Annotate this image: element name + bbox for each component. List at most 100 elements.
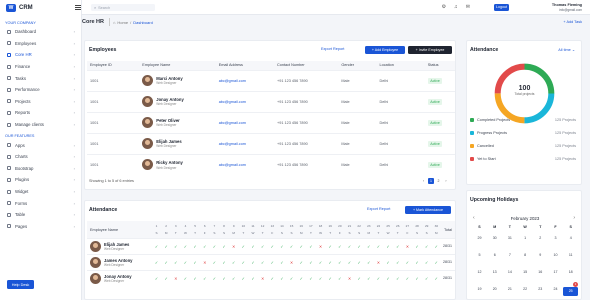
calendar-day[interactable]: 24 xyxy=(548,287,563,291)
sidebar-item-manage-clients[interactable]: Manage clients › xyxy=(0,119,81,131)
page-button[interactable]: › xyxy=(443,178,449,184)
day-number: 14 xyxy=(280,224,284,228)
table-row[interactable]: 1001 Marci Antony Web Designer abc@gmail.co… xyxy=(87,69,455,91)
calendar-day[interactable]: 31 xyxy=(502,236,517,240)
calendar-day[interactable]: 15 xyxy=(518,270,533,274)
calendar-day[interactable]: 20 xyxy=(487,287,502,291)
sidebar-item-widget[interactable]: Widget › xyxy=(0,186,81,198)
calendar-day[interactable]: 10 xyxy=(548,253,563,257)
calendar-day[interactable]: 7 xyxy=(502,253,517,257)
calendar-day[interactable]: 30 xyxy=(487,236,502,240)
sidebar-item-tasks[interactable]: Tasks › xyxy=(0,72,81,84)
sidebar-item-table[interactable]: Table › xyxy=(0,209,81,221)
calendar-day[interactable]: 23 xyxy=(533,287,548,291)
table-row[interactable]: 1001 Peter Oliver Web Designer abc@gmail.co… xyxy=(87,111,455,133)
employee-name[interactable]: Jonay Antony xyxy=(104,274,132,279)
sidebar-item-core-hr[interactable]: Core HR › xyxy=(0,49,81,61)
calendar-day[interactable]: 3 xyxy=(548,236,563,240)
breadcrumb-current[interactable]: Dashboard xyxy=(133,20,153,25)
present-check-icon: ✓ xyxy=(183,260,188,265)
present-check-icon: ✓ xyxy=(164,276,168,281)
calendar-day[interactable]: 22 xyxy=(518,287,533,291)
employee-email-link[interactable]: abc@gmail.com xyxy=(219,79,246,83)
employee-name[interactable]: Marci Antony xyxy=(156,76,182,81)
attendance-export-link[interactable]: Export Report xyxy=(367,207,390,211)
add-employee-button[interactable]: + Add Employee xyxy=(365,46,405,54)
calendar-day[interactable]: 11 xyxy=(563,253,578,257)
sidebar-item-finance[interactable]: Finance › xyxy=(0,61,81,73)
export-report-link[interactable]: Export Report xyxy=(321,47,344,51)
employee-name[interactable]: Ricky Antony xyxy=(156,160,183,165)
sidebar-item-employees[interactable]: Employees › xyxy=(0,38,81,50)
sidebar-item-forms[interactable]: Forms › xyxy=(0,197,81,209)
employee-email-link[interactable]: abc@gmail.com xyxy=(219,163,246,167)
time-range-dropdown[interactable]: All time ⌄ xyxy=(558,47,575,52)
calendar-day[interactable]: 1 xyxy=(518,236,533,240)
calendar-day[interactable]: 19 xyxy=(472,287,487,291)
bell-icon[interactable]: ♫ xyxy=(454,4,458,10)
help-desk-button[interactable]: Help Desk xyxy=(7,280,34,289)
user-menu[interactable]: Thomas Fleming info@gmail.com xyxy=(552,3,582,12)
day-number: 28 xyxy=(415,224,419,228)
present-check-icon: ✓ xyxy=(318,260,323,265)
sidebar-item-dashboard[interactable]: Dashboard › xyxy=(0,26,81,38)
employee-name[interactable]: Peter Oliver xyxy=(156,118,180,123)
sidebar-item-pages[interactable]: Pages › xyxy=(0,221,81,233)
calendar-day[interactable]: 17 xyxy=(548,270,563,274)
table-row[interactable]: 1001 Ricky Antony Web Designer abc@gmail.co… xyxy=(87,153,455,175)
logout-button[interactable]: Logout xyxy=(494,3,509,11)
employee-name[interactable]: Elijah James xyxy=(156,139,181,144)
weekday-label: T xyxy=(539,225,542,229)
present-check-icon: ✓ xyxy=(425,276,429,281)
sidebar-item-charts[interactable]: Charts › xyxy=(0,151,81,163)
day-name: S xyxy=(280,231,283,235)
calendar-day[interactable]: 6 xyxy=(487,253,502,257)
mark-attendance-button[interactable]: + Mark Attendance xyxy=(405,206,451,214)
sidebar-item-performance[interactable]: Performance › xyxy=(0,84,81,96)
table-row[interactable]: 1001 Jonay Antony Web Designer abc@gmail.co… xyxy=(87,90,455,112)
sidebar-item-projects[interactable]: Projects › xyxy=(0,96,81,108)
page-button[interactable]: 2 xyxy=(436,178,442,184)
calendar-day[interactable]: 5 xyxy=(472,253,487,257)
day-number: 1 xyxy=(155,224,158,228)
sidebar-item-apps[interactable]: Apps › xyxy=(0,139,81,151)
invite-employee-button[interactable]: + Invite Employee xyxy=(408,46,452,54)
brand[interactable]: W CRM xyxy=(0,0,81,15)
employee-email-link[interactable]: abc@gmail.com xyxy=(219,100,246,104)
calendar-day[interactable]: 18 xyxy=(563,270,578,274)
calendar-day[interactable]: 2 xyxy=(533,236,548,240)
employee-name[interactable]: James Antony xyxy=(104,258,132,263)
menu-toggle-icon[interactable] xyxy=(75,5,81,10)
employee-name[interactable]: Elijah James xyxy=(104,242,129,247)
home-icon[interactable]: ⌂ xyxy=(113,20,115,25)
day-name: M xyxy=(299,231,303,235)
calendar-day[interactable]: 13 xyxy=(487,270,502,274)
calendar-day[interactable]: 12 xyxy=(472,270,487,274)
calendar-day[interactable]: 4 xyxy=(563,236,578,240)
sidebar-item-bootstrap[interactable]: Bootstrap › xyxy=(0,163,81,175)
calendar-day[interactable]: 14 xyxy=(502,270,517,274)
search-input[interactable]: ⌕ Search xyxy=(91,4,155,11)
add-task-link[interactable]: + Add Task xyxy=(563,20,582,24)
calendar-day[interactable]: 8 xyxy=(518,253,533,257)
calendar-day[interactable]: 29 xyxy=(472,236,487,240)
present-check-icon: ✓ xyxy=(174,260,178,265)
calendar-day[interactable]: 16 xyxy=(533,270,548,274)
employee-name[interactable]: Jonay Antony xyxy=(156,97,184,102)
calendar-day[interactable]: 9 xyxy=(533,253,548,257)
table-row[interactable]: 1001 Elijah James Web Designer abc@gmail.co… xyxy=(87,132,455,154)
page-title: Core HR xyxy=(82,19,105,25)
next-month-icon[interactable]: › xyxy=(573,215,575,221)
employee-email-link[interactable]: abc@gmail.com xyxy=(219,142,246,146)
sidebar-item-reports[interactable]: Reports › xyxy=(0,107,81,119)
breadcrumb-home[interactable]: Home xyxy=(117,20,128,25)
mail-icon[interactable]: ✉ xyxy=(466,4,470,10)
page-button[interactable]: 1 xyxy=(428,178,434,184)
calendar-day[interactable]: 25 xyxy=(563,287,579,296)
donut-total-label: Total projects xyxy=(514,92,535,96)
employee-email-link[interactable]: abc@gmail.com xyxy=(219,121,246,125)
page-button[interactable]: ‹ xyxy=(421,178,427,184)
calendar-day[interactable]: 21 xyxy=(502,287,517,291)
sidebar-item-plugins[interactable]: Plugins › xyxy=(0,174,81,186)
gear-icon[interactable]: ⚙ xyxy=(442,4,446,10)
